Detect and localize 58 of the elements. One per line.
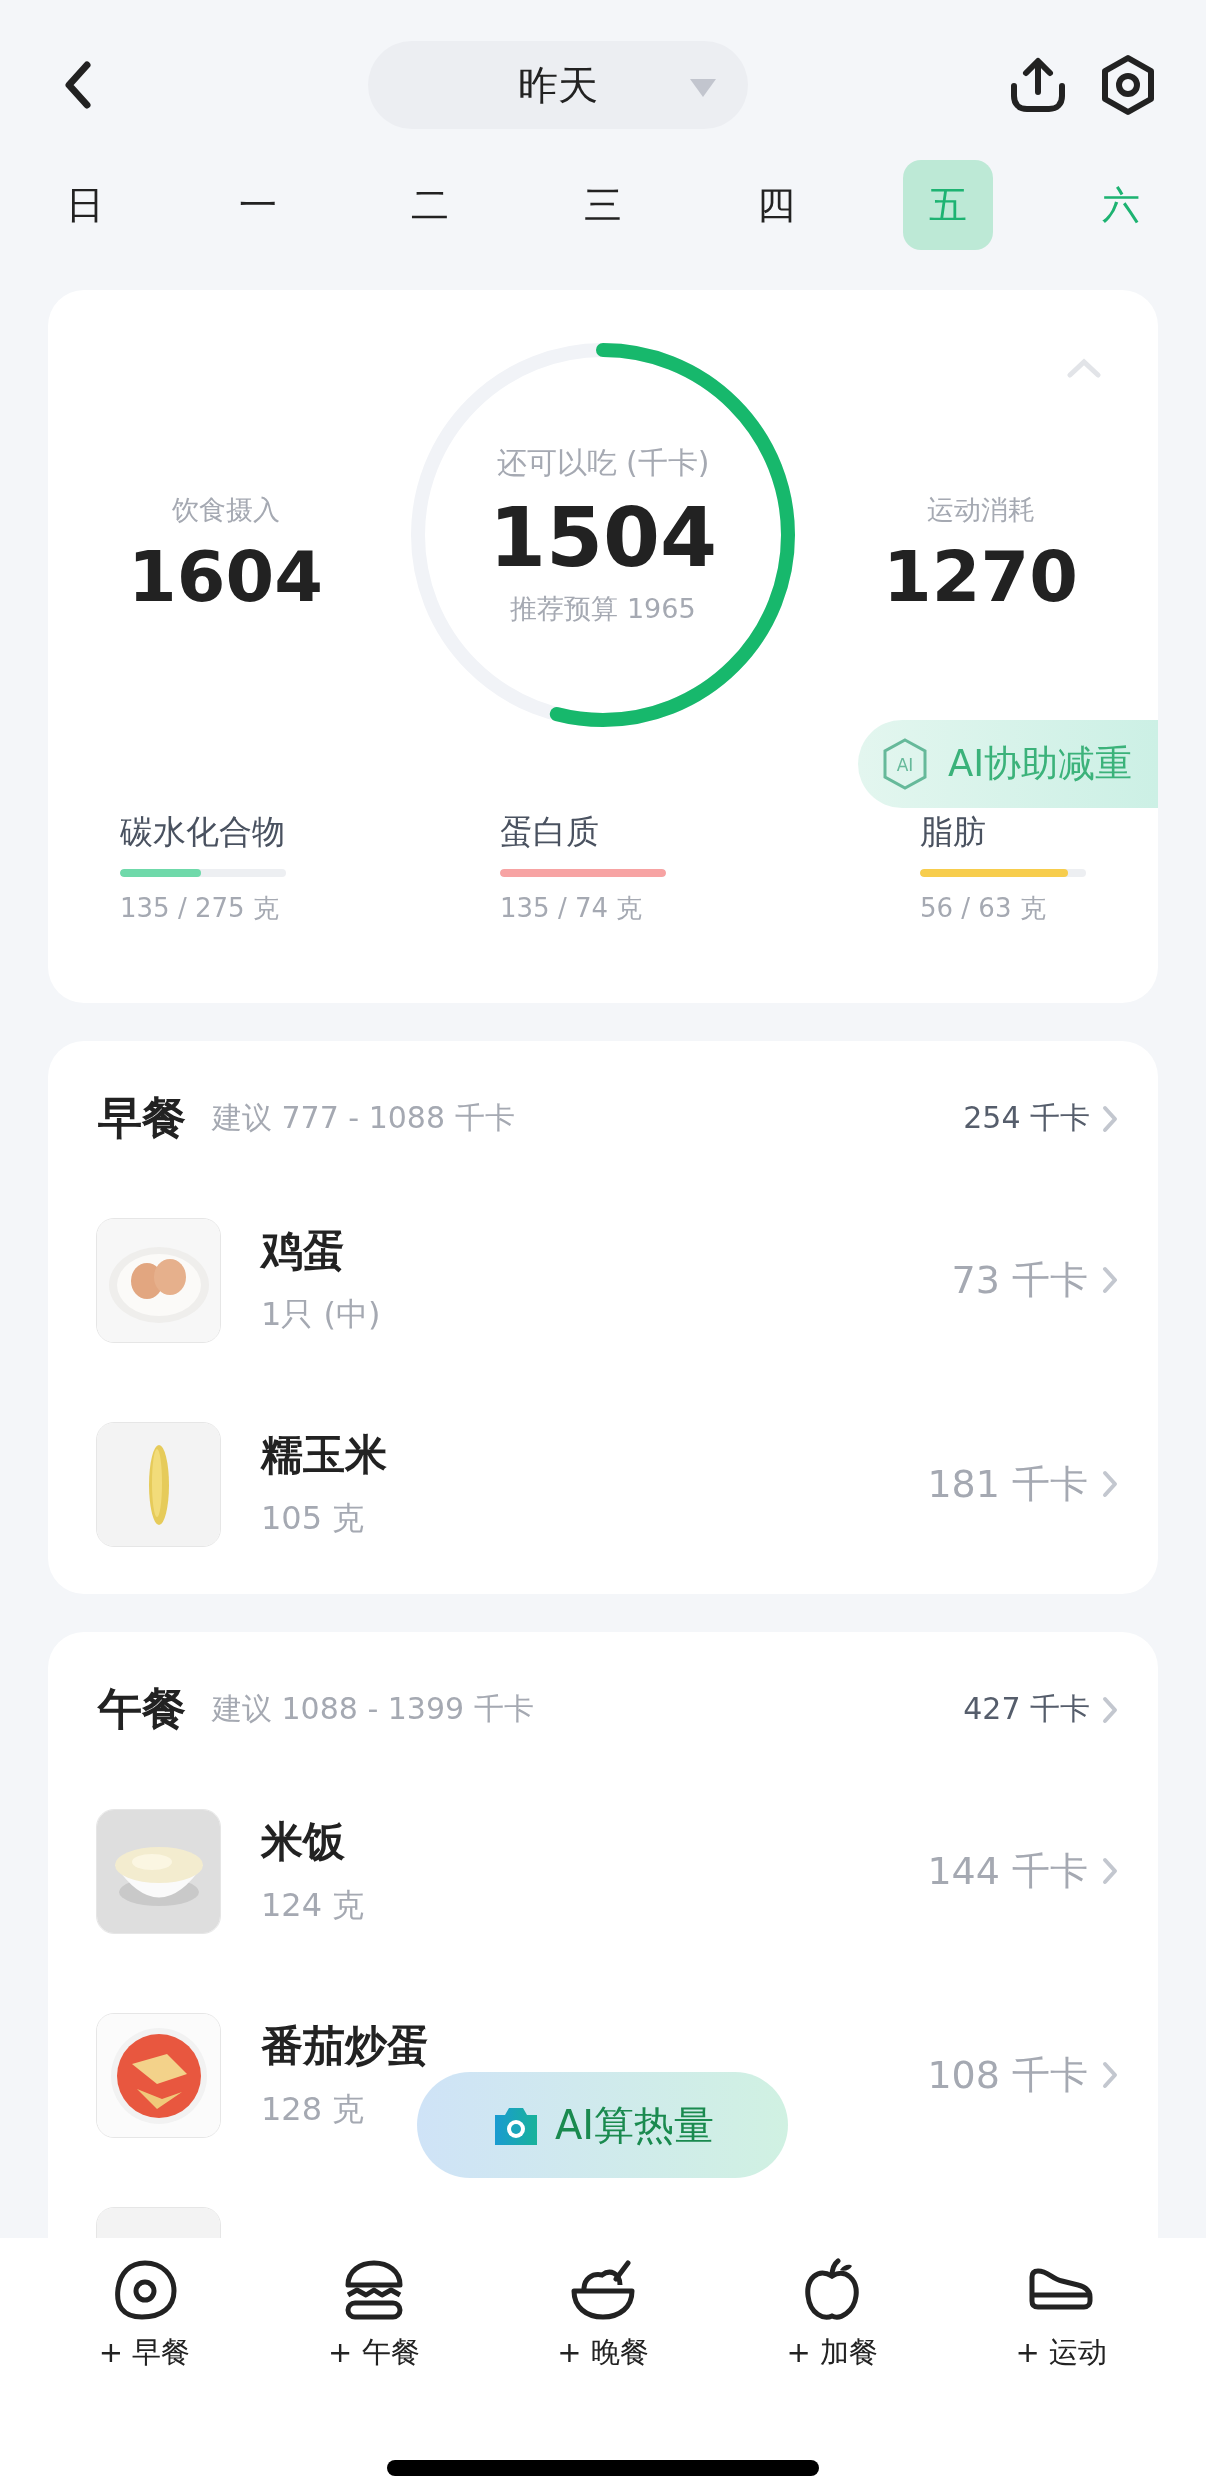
- food-calories: 73 千卡: [951, 1256, 1088, 1304]
- stat-value: 1604: [128, 536, 323, 618]
- date-dropdown[interactable]: 昨天: [368, 41, 748, 129]
- food-row[interactable]: 米饭 124 克 144 千卡: [48, 1769, 1158, 1973]
- ai-calorie-button[interactable]: AI算热量: [417, 2072, 788, 2178]
- meal-suggestion: 建议 777 - 1088 千卡: [212, 1099, 516, 1137]
- bowl-icon: [569, 2259, 636, 2321]
- chevron-right-icon: [1102, 2061, 1118, 2089]
- ring-label: 还可以吃 (千卡): [496, 444, 710, 482]
- budget-text: 推荐预算 1965: [510, 592, 696, 626]
- food-name: 番茄炒蛋: [261, 2020, 429, 2072]
- weekday-tab[interactable]: 三: [557, 160, 648, 250]
- meal-title: 早餐: [98, 1091, 186, 1145]
- weekday-tab[interactable]: 四: [730, 160, 821, 250]
- caret-icon: [688, 77, 718, 99]
- share-button[interactable]: [1008, 55, 1068, 115]
- macro-value: 56 / 63 克: [920, 892, 1047, 925]
- chevron-right-icon: [1102, 1695, 1118, 1724]
- food-calories: 108 千卡: [927, 2051, 1088, 2099]
- food-calories: 144 千卡: [927, 1847, 1088, 1895]
- stat-label: 运动消耗: [926, 493, 1035, 527]
- weekday-tab[interactable]: 一: [212, 160, 303, 250]
- add-entry-button[interactable]: + 午餐: [283, 2256, 464, 2374]
- food-name: 米饭: [261, 1816, 345, 1868]
- macro-name: 脂肪: [920, 811, 987, 853]
- meal-total[interactable]: 254 千卡: [963, 1098, 1090, 1139]
- food-row[interactable]: 糯玉米 105 克 181 千卡: [48, 1382, 1158, 1586]
- meal-title: 午餐: [98, 1682, 186, 1736]
- food-name: 糯玉米: [261, 1429, 387, 1481]
- food-calories: 181 千卡: [927, 1460, 1088, 1508]
- food-amount: 124 克: [261, 1885, 365, 1926]
- share-icon: [1009, 56, 1067, 114]
- remaining-value: 1504: [488, 490, 718, 585]
- add-entry-button[interactable]: + 运动: [971, 2256, 1152, 2374]
- macro-name: 蛋白质: [500, 811, 600, 853]
- chevron-right-icon: [1102, 1470, 1118, 1498]
- food-amount: 105 克: [261, 1498, 365, 1539]
- weekday-tab[interactable]: 日: [40, 160, 130, 250]
- add-entry-button[interactable]: + 早餐: [54, 2256, 235, 2374]
- meal-total[interactable]: 427 千卡: [963, 1689, 1090, 1730]
- macro-value: 135 / 275 克: [120, 892, 280, 925]
- chevron-right-icon: [1102, 1266, 1118, 1294]
- stat-value: 1270: [883, 536, 1078, 618]
- food-row[interactable]: 鸡蛋 1只 (中) 73 千卡: [48, 1178, 1158, 1382]
- macro-name: 碳水化合物: [120, 811, 286, 853]
- macro-value: 135 / 74 克: [500, 892, 644, 925]
- food-amount: 128 克: [261, 2089, 365, 2130]
- food-amount: 1只 (中): [261, 1294, 381, 1335]
- stat-label: 饮食摄入: [171, 493, 280, 527]
- chevron-right-icon: [1102, 1104, 1118, 1133]
- chevron-right-icon: [1102, 1857, 1118, 1885]
- food-name: 鸡蛋: [261, 1225, 345, 1277]
- meal-suggestion: 建议 1088 - 1399 千卡: [212, 1690, 535, 1728]
- add-entry-button[interactable]: + 加餐: [742, 2256, 923, 2374]
- shoe-icon: [1028, 2267, 1095, 2313]
- add-entry-button[interactable]: + 晚餐: [512, 2256, 693, 2374]
- weekday-tab[interactable]: 二: [385, 160, 476, 250]
- back-icon: [63, 60, 93, 110]
